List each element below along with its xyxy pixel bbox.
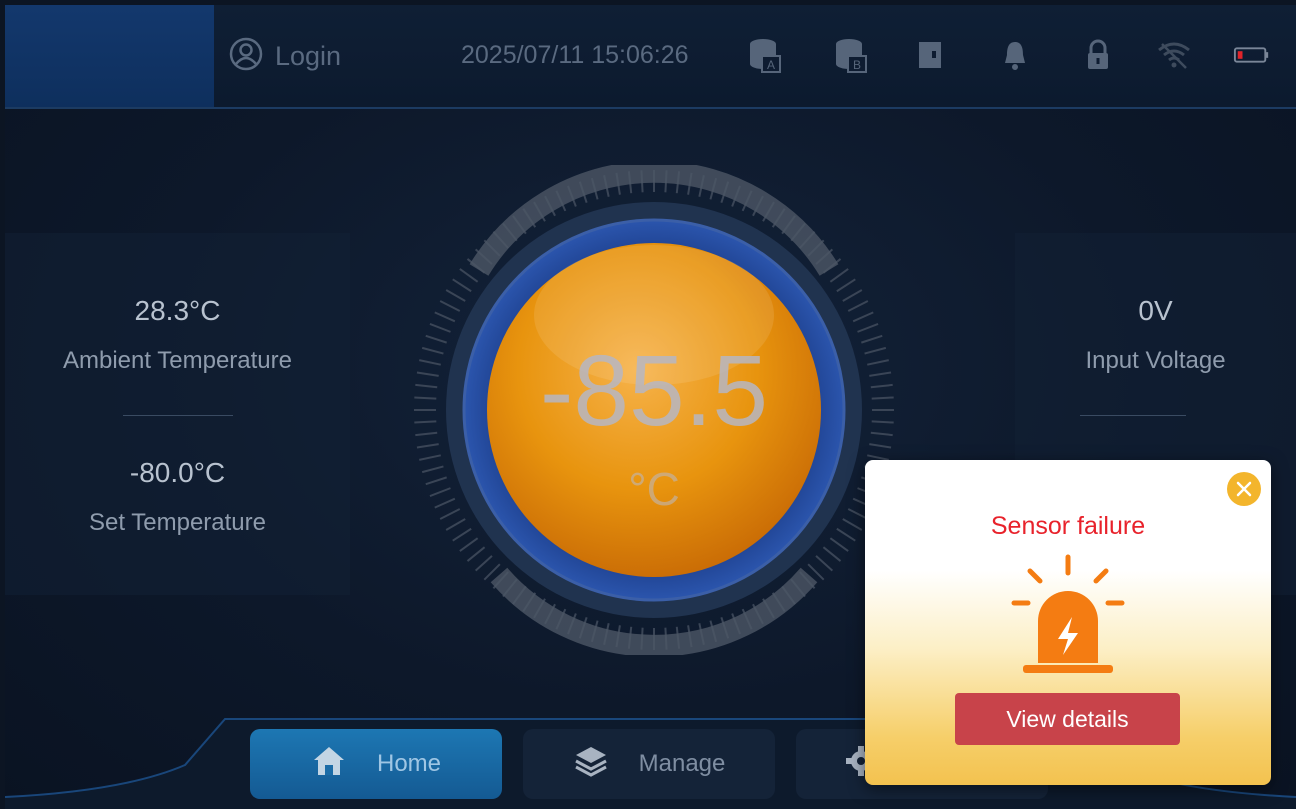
sensor-failure-popup: Sensor failure View details <box>865 460 1271 785</box>
gauge-tick <box>415 431 438 437</box>
gauge-tick <box>452 527 472 542</box>
gauge-tick <box>434 497 456 509</box>
wifi-off-icon[interactable] <box>1155 35 1193 75</box>
gauge-tick <box>445 289 466 302</box>
bell-icon[interactable] <box>996 35 1034 75</box>
gauge-tick <box>416 443 439 449</box>
login-button[interactable]: Login <box>229 37 341 76</box>
alarm-siren-icon <box>1008 553 1128 683</box>
gauge-tick <box>861 334 883 344</box>
gauge-tick <box>829 268 849 283</box>
home-icon <box>311 744 347 785</box>
top-status-bar: Login 2025/07/11 15:06:26 A B <box>5 5 1296 109</box>
gauge-tick <box>836 278 856 293</box>
gauge-tick <box>842 518 863 531</box>
popup-title: Sensor failure <box>990 512 1146 540</box>
gauge-tick <box>414 396 437 400</box>
gauge-temperature-unit: °C <box>628 463 680 515</box>
datetime-display: 2025/07/11 15:06:26 <box>461 41 689 69</box>
gauge-tick <box>439 300 461 312</box>
input-voltage-label: Input Voltage <box>1085 347 1226 374</box>
gauge-tick <box>421 346 444 355</box>
gauge-tick <box>439 508 461 520</box>
tank-b-icon[interactable]: B <box>831 35 869 75</box>
input-voltage-value: 0V <box>1138 295 1173 326</box>
gauge-tick <box>869 371 892 377</box>
gauge-tick <box>445 518 466 531</box>
nav-manage-button[interactable]: Manage <box>523 729 775 799</box>
set-temperature-label: Set Temperature <box>89 509 266 536</box>
gauge-tick <box>864 346 887 355</box>
gauge-tick <box>815 555 834 572</box>
gauge-tick <box>452 278 472 293</box>
gauge-tick <box>459 268 479 283</box>
gauge-tick <box>870 431 893 437</box>
logo-area <box>5 5 214 107</box>
gauge-tick <box>425 334 447 344</box>
right-divider <box>1080 415 1186 416</box>
lock-icon[interactable] <box>1079 35 1117 75</box>
gauge-tick <box>429 487 451 497</box>
gauge-tick <box>869 443 892 449</box>
ambient-temperature-metric: 28.3°C Ambient Temperature <box>5 295 350 375</box>
nav-home-label: Home <box>376 750 442 777</box>
close-icon <box>1236 481 1252 497</box>
gauge-tick <box>414 420 437 424</box>
gauge-tick <box>829 537 849 552</box>
set-temperature-metric[interactable]: -80.0°C Set Temperature <box>5 457 350 537</box>
gauge-tick <box>871 420 894 424</box>
gauge-tick <box>870 383 893 389</box>
gauge-tick <box>842 289 863 302</box>
gauge-tick <box>822 546 842 562</box>
ambient-temperature-label: Ambient Temperature <box>62 347 292 374</box>
temperature-gauge: -85.5 °C <box>409 160 899 657</box>
nav-home-button[interactable]: Home <box>250 729 502 799</box>
close-popup-button[interactable] <box>1227 472 1261 506</box>
gauge-tick <box>434 311 456 323</box>
svg-text:B: B <box>853 58 861 72</box>
gauge-tick <box>419 454 441 461</box>
gauge-tick <box>419 359 441 366</box>
battery-icon[interactable] <box>1233 35 1271 75</box>
tank-a-icon[interactable]: A <box>745 35 783 75</box>
ambient-temperature-value: 28.3°C <box>134 295 221 326</box>
gauge-tick <box>466 546 486 562</box>
gauge-tick <box>425 476 447 486</box>
door-icon[interactable] <box>911 35 949 75</box>
gauge-tick <box>847 300 869 312</box>
gauge-tick <box>429 323 451 333</box>
user-icon <box>229 37 263 76</box>
gauge-tick <box>474 555 493 572</box>
gauge-tick <box>871 396 894 400</box>
gauge-tick <box>867 359 889 366</box>
layers-icon <box>573 744 609 785</box>
left-info-panel: 28.3°C Ambient Temperature -80.0°C Set T… <box>5 233 350 595</box>
nav-manage-label: Manage <box>638 750 726 777</box>
set-temperature-value: -80.0°C <box>129 457 226 488</box>
login-label: Login <box>275 41 342 71</box>
gauge-tick <box>852 311 874 323</box>
gauge-tick <box>421 465 444 474</box>
gauge-temperature-value: -85.5 <box>540 335 768 447</box>
left-divider <box>123 415 233 416</box>
gauge-tick <box>459 537 479 552</box>
device-screen: Login 2025/07/11 15:06:26 A B 28.3°C Amb… <box>5 5 1296 809</box>
gauge-tick <box>415 383 438 389</box>
gauge-tick <box>416 371 439 377</box>
input-voltage-metric: 0V Input Voltage <box>1015 295 1296 375</box>
gauge-tick <box>836 527 856 542</box>
svg-text:A: A <box>767 58 775 72</box>
view-details-button[interactable]: View details <box>955 693 1180 745</box>
gauge-tick <box>857 323 879 333</box>
